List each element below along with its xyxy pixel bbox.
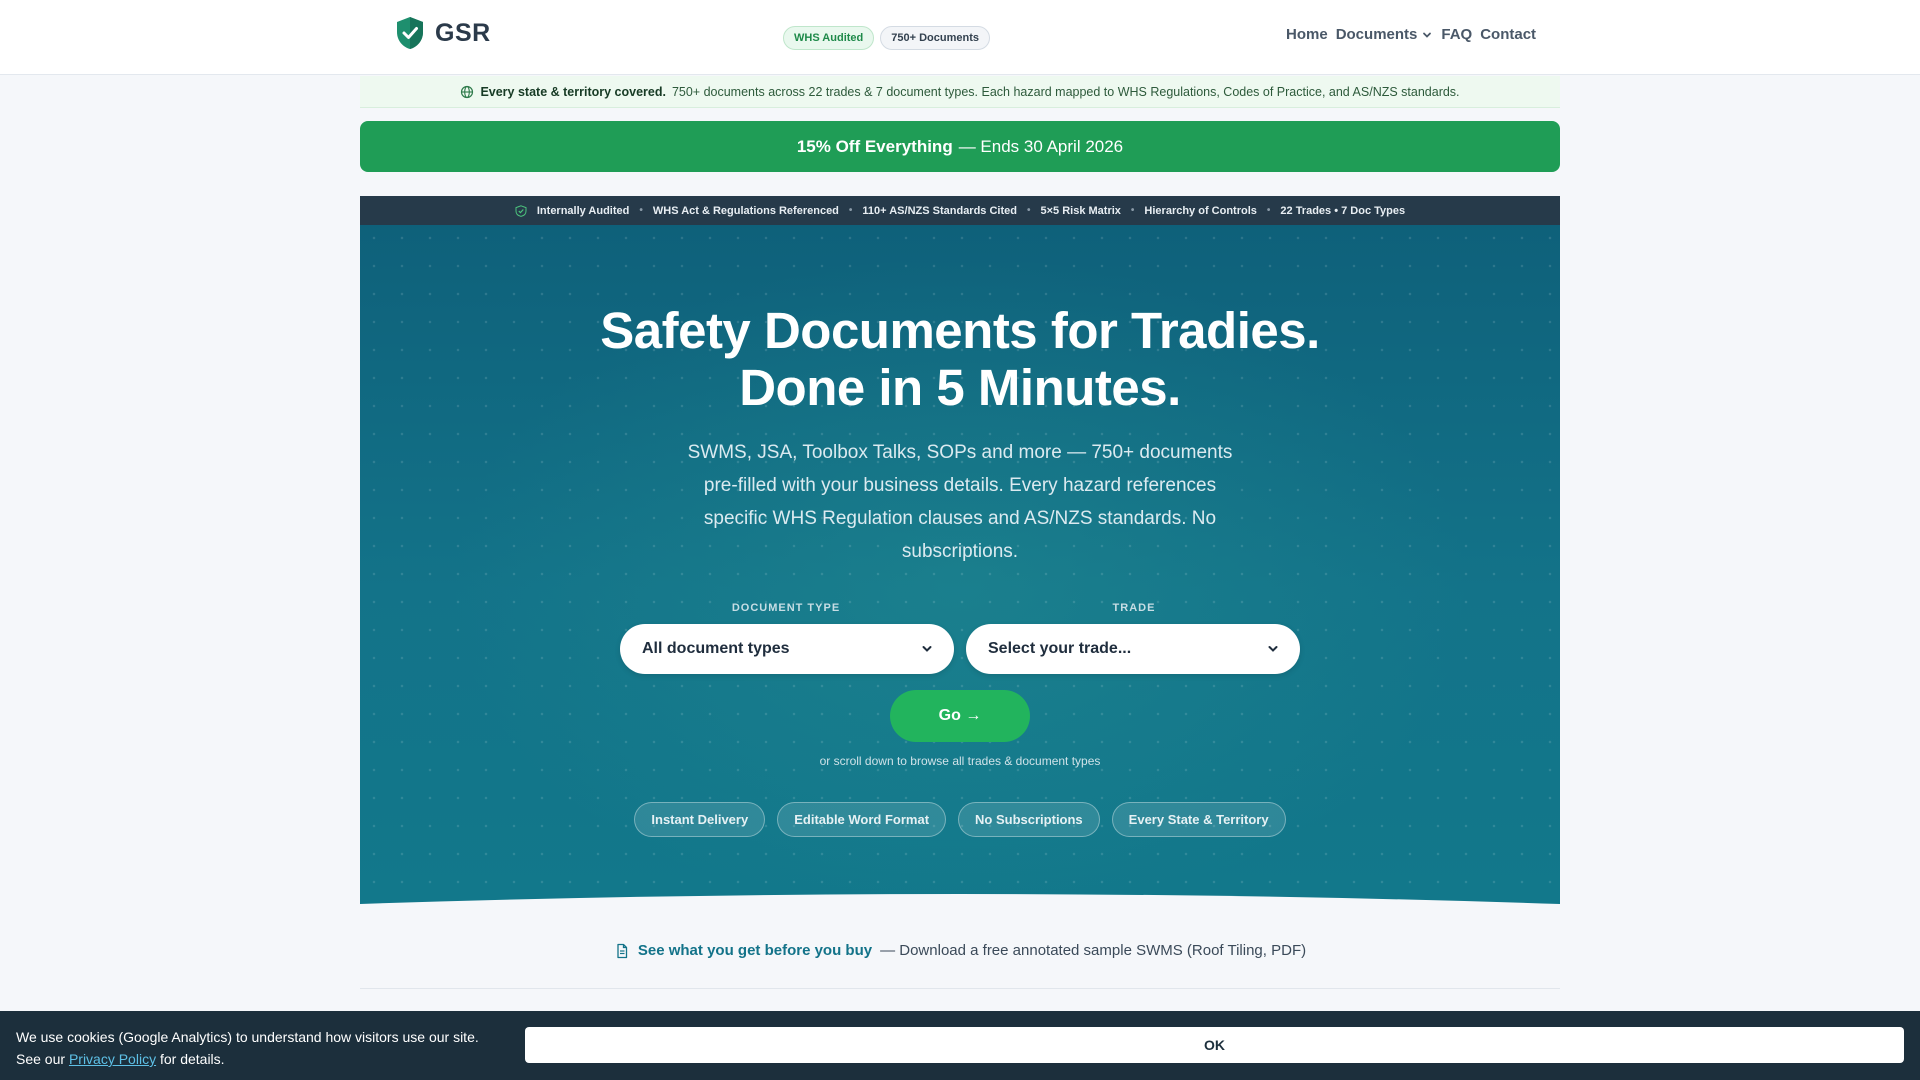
shield-check-icon <box>515 204 527 217</box>
separator-dot: • <box>1266 205 1271 216</box>
shield-check-icon <box>395 16 425 50</box>
trust-item: 22 Trades • 7 Doc Types <box>1280 204 1406 217</box>
separator-dot: • <box>639 205 643 216</box>
hero-section: Internally Audited • WHS Act & Regulatio… <box>360 196 1560 910</box>
separator-dot: • <box>1026 205 1031 216</box>
scroll-hint: or scroll down to browse all trades & do… <box>819 754 1101 768</box>
promo-deadline: — Ends 30 April 2026 <box>958 136 1124 156</box>
documents-count-badge: 750+ Documents <box>880 26 990 50</box>
globe-icon <box>460 85 474 99</box>
feature-pill: Every State & Territory <box>1111 802 1286 837</box>
trade-select[interactable]: Select your trade... <box>966 624 1300 674</box>
feature-pill: Editable Word Format <box>777 802 947 837</box>
nav-faq[interactable]: FAQ <box>1441 26 1472 43</box>
trade-value: Select your trade... <box>988 640 1132 657</box>
hero-title-line1: Safety Documents for Tradies. <box>600 302 1320 359</box>
trust-item: Hierarchy of Controls <box>1144 204 1257 217</box>
chevron-down-icon <box>1421 29 1433 41</box>
logo-text: GSR <box>435 18 491 47</box>
chevron-down-icon <box>920 642 934 656</box>
nav-home[interactable]: Home <box>1286 26 1328 43</box>
cookie-line1: We use cookies (Google Analytics) to und… <box>16 1029 479 1045</box>
hero-title-line2: Done in 5 Minutes. <box>739 359 1181 416</box>
go-button[interactable]: Go → <box>890 690 1030 742</box>
section-divider <box>360 988 1560 989</box>
feature-pills: Instant Delivery Editable Word Format No… <box>360 802 1560 837</box>
separator-dot: • <box>848 205 853 216</box>
promo-headline: 15% Off Everything <box>796 136 953 156</box>
coverage-text: 750+ documents across 22 trades & 7 docu… <box>671 84 1460 99</box>
nav-contact[interactable]: Contact <box>1480 26 1536 43</box>
cookie-for-details: for details. <box>159 1051 225 1067</box>
cookie-ok-button[interactable]: OK <box>525 1027 1904 1063</box>
separator-dot: • <box>1130 205 1135 216</box>
trust-item: 5×5 Risk Matrix <box>1040 204 1121 217</box>
hero-bottom-curve <box>360 894 1560 910</box>
sample-download-text: — Download a free annotated sample SWMS … <box>880 942 1307 959</box>
privacy-policy-link[interactable]: Privacy Policy <box>69 1051 156 1067</box>
feature-pill: No Subscriptions <box>958 802 1100 837</box>
hero-subtitle: SWMS, JSA, Toolbox Talks, SOPs and more … <box>687 442 1233 562</box>
trade-label: TRADE <box>1112 602 1156 614</box>
trust-item: Internally Audited <box>536 204 630 217</box>
document-type-select[interactable]: All document types <box>620 624 954 674</box>
cookie-banner: We use cookies (Google Analytics) to und… <box>0 1011 1920 1080</box>
trust-bar: Internally Audited • WHS Act & Regulatio… <box>360 196 1560 225</box>
document-type-label: DOCUMENT TYPE <box>731 602 841 614</box>
hero-title: Safety Documents for Tradies. Done in 5 … <box>360 302 1560 416</box>
coverage-strip: Every state & territory covered. 750+ do… <box>360 76 1560 108</box>
logo[interactable]: GSR <box>395 16 491 50</box>
sample-download-link[interactable]: See what you get before you buy <box>638 942 872 959</box>
cookie-see-our: See our <box>16 1051 66 1067</box>
main-nav: Home Documents FAQ Contact <box>1286 26 1536 43</box>
document-icon <box>614 943 630 959</box>
chevron-down-icon <box>1266 642 1280 656</box>
trust-item: WHS Act & Regulations Referenced <box>652 204 839 217</box>
promo-banner[interactable]: 15% Off Everything — Ends 30 April 2026 <box>360 121 1560 172</box>
trust-item: 110+ AS/NZS Standards Cited <box>862 204 1017 217</box>
site-header: GSR WHS Audited 750+ Documents Home Docu… <box>0 0 1920 75</box>
document-type-value: All document types <box>642 640 790 657</box>
sample-download: See what you get before you buy — Downlo… <box>360 942 1560 959</box>
nav-documents[interactable]: Documents <box>1336 26 1434 43</box>
header-badges: WHS Audited 750+ Documents <box>783 26 990 50</box>
nav-documents-label: Documents <box>1335 26 1418 43</box>
feature-pill: Instant Delivery <box>634 802 766 837</box>
coverage-lead: Every state & territory covered. <box>480 84 666 99</box>
whs-audited-badge: WHS Audited <box>783 26 875 50</box>
cookie-text: We use cookies (Google Analytics) to und… <box>16 1026 496 1070</box>
